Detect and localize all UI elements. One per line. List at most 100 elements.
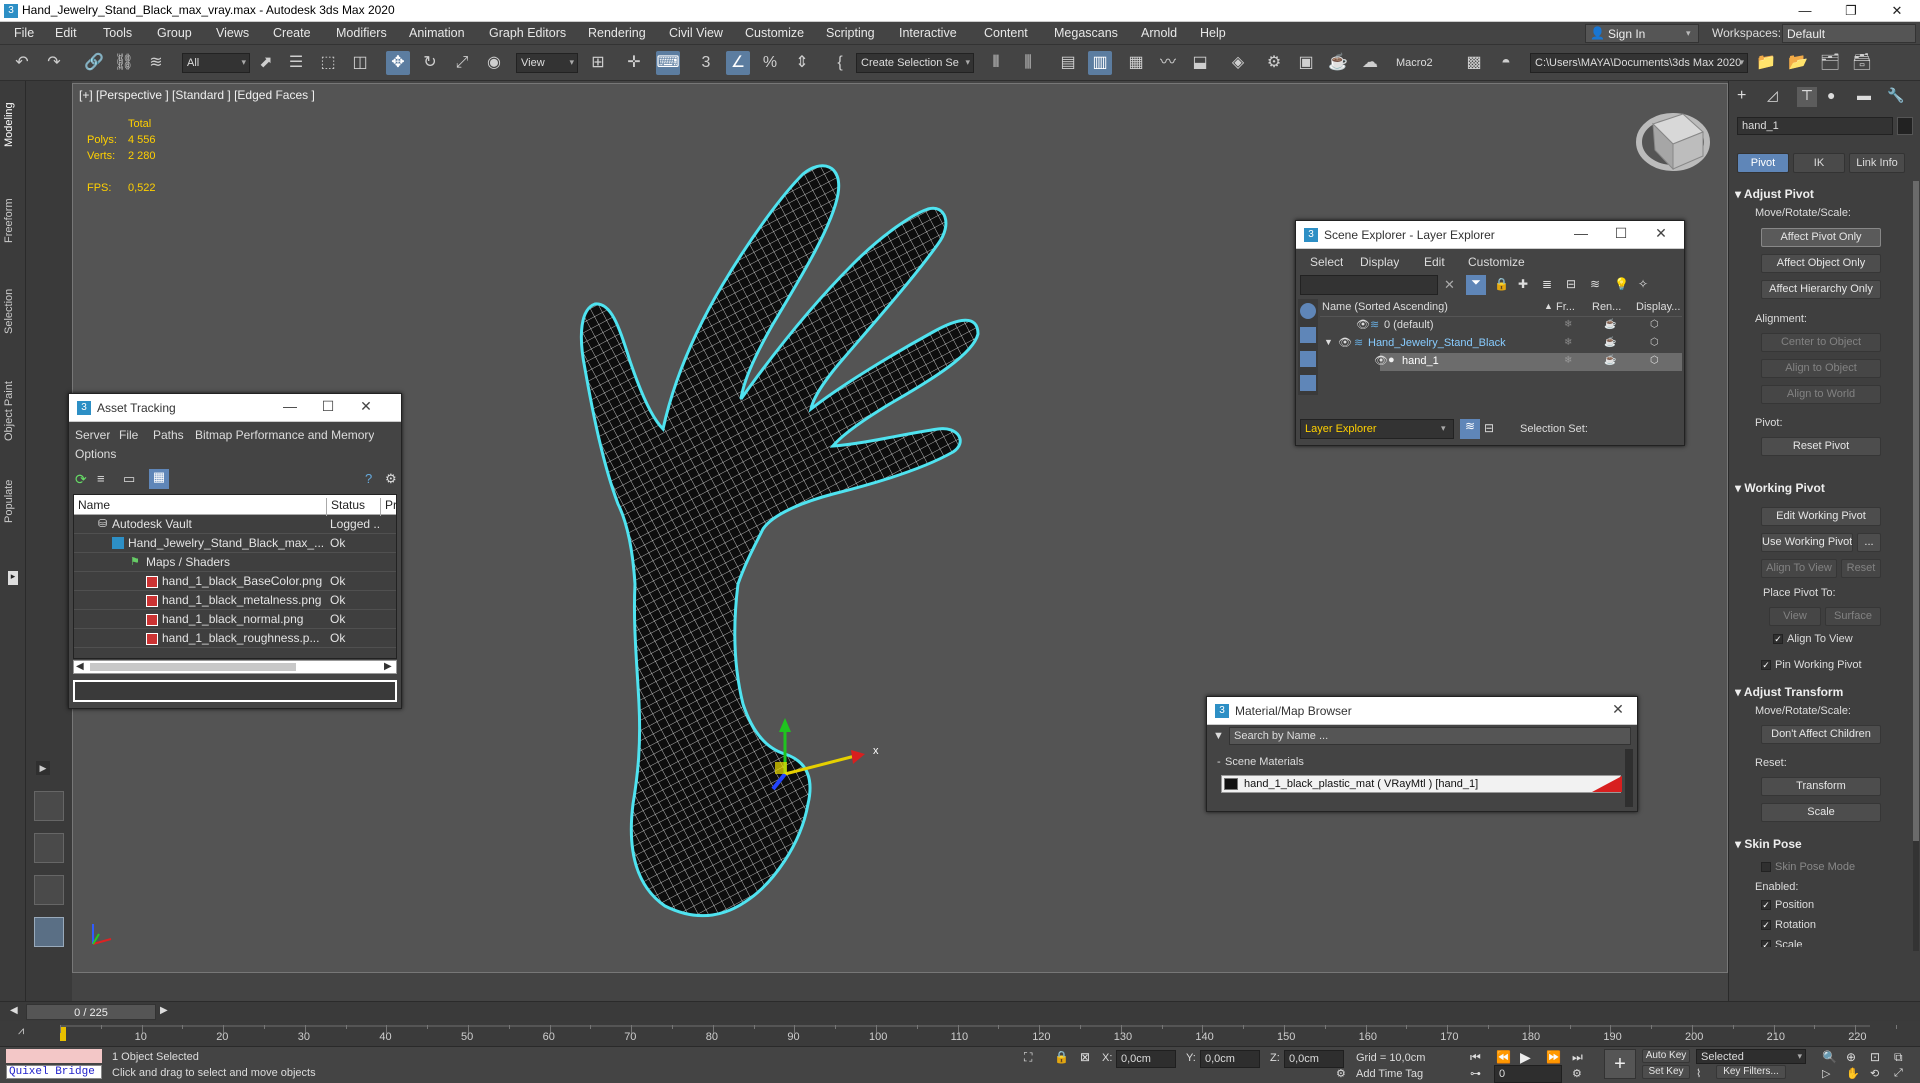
minimize-button[interactable]: — — [275, 398, 305, 414]
time-config-icon[interactable]: ⚙ — [1572, 1067, 1582, 1080]
lock-icon[interactable]: 🔒 — [1494, 277, 1509, 291]
light-bulb-icon[interactable]: 💡 — [1614, 277, 1629, 291]
scroll-left-icon[interactable]: ◀ — [76, 661, 84, 672]
browser-options-icon[interactable]: ▼ — [1213, 730, 1224, 742]
hand-silhouette[interactable] — [579, 164, 980, 918]
place-view-button[interactable]: View — [1769, 607, 1821, 626]
tab-ik[interactable]: IK — [1793, 153, 1845, 173]
set-key-big-button[interactable]: + — [1604, 1049, 1636, 1079]
prev-frame-icon[interactable]: ◀ — [10, 1005, 18, 1016]
select-object-icon[interactable]: ⬈ — [254, 51, 278, 75]
menu-create[interactable]: Create — [273, 26, 311, 40]
display-geometry-icon[interactable] — [1300, 327, 1316, 343]
layer-mode-icon[interactable]: ≋ — [1460, 419, 1480, 439]
menu-edit[interactable]: Edit — [1424, 255, 1445, 269]
select-by-name-icon[interactable]: ☰ — [284, 51, 308, 75]
sign-in-dropdown[interactable]: 👤 Sign In ▾ — [1585, 24, 1699, 43]
column-name[interactable]: Name — [78, 498, 110, 512]
use-working-pivot-button[interactable]: Use Working Pivot — [1761, 533, 1853, 552]
percent-snap-icon[interactable]: % — [758, 51, 782, 75]
menu-select[interactable]: Select — [1310, 255, 1343, 269]
selection-set-select[interactable]: Create Selection Se — [856, 53, 974, 73]
key-tangent-icon[interactable]: ⌇ — [1696, 1067, 1701, 1080]
time-slider[interactable]: ◀ 0 / 225 ▶ — [0, 1001, 1920, 1021]
curve-editor-icon[interactable]: 〰 — [1156, 51, 1180, 75]
link-icon[interactable]: 🔗 — [82, 51, 106, 75]
maximize-button[interactable]: ☐ — [1606, 225, 1636, 242]
macro-icon[interactable]: ▩ — [1462, 51, 1486, 75]
display-mode-icon[interactable]: ⬡ — [1650, 355, 1659, 366]
y-coord-field[interactable]: 0,0cm — [1200, 1050, 1260, 1068]
reset-scale-button[interactable]: Scale — [1761, 803, 1881, 822]
project-open-icon[interactable]: 📂 — [1786, 51, 1810, 75]
rotate-icon[interactable]: ↻ — [418, 51, 442, 75]
table-row[interactable]: hand_1_black_normal.png Ok — [74, 610, 396, 629]
rect-selection-icon[interactable]: ⬚ — [316, 51, 340, 75]
display-mode-icon[interactable]: ⬡ — [1650, 337, 1659, 348]
zoom-all-icon[interactable]: ⊕ — [1846, 1050, 1856, 1064]
column-freeze[interactable]: Fr... — [1556, 301, 1575, 313]
render-setup-icon[interactable]: ⚙ — [1262, 51, 1286, 75]
scene-materials-section[interactable]: Scene Materials — [1225, 756, 1304, 768]
maxscript-listener-field[interactable] — [6, 1049, 102, 1063]
tab-object-paint[interactable]: Object Paint — [3, 371, 23, 451]
ribbon-toggle-icon[interactable]: ▦ — [1124, 51, 1148, 75]
place-surface-button[interactable]: Surface — [1825, 607, 1881, 626]
minimize-button[interactable]: — — [1566, 225, 1596, 241]
redo-icon[interactable]: ↷ — [42, 51, 66, 75]
menu-display[interactable]: Display — [1360, 255, 1399, 269]
create-tab-icon[interactable]: + — [1737, 87, 1746, 105]
menu-options[interactable]: Options — [75, 447, 116, 461]
prev-key-icon[interactable]: ⏪ — [1496, 1050, 1511, 1064]
clear-search-icon[interactable]: ✕ — [1444, 277, 1455, 293]
adjust-pivot-rollout[interactable]: ▾ Adjust Pivot — [1735, 187, 1814, 201]
menu-megascans[interactable]: Megascans — [1054, 26, 1118, 40]
menu-edit[interactable]: Edit — [55, 26, 77, 40]
next-key-icon[interactable]: ⏩ — [1546, 1050, 1561, 1064]
align-to-object-button[interactable]: Align to Object — [1761, 359, 1881, 378]
rotation-checkbox[interactable]: ✓ Rotation — [1761, 919, 1816, 931]
motion-tab-icon[interactable]: ● — [1827, 87, 1835, 103]
explorer-search-input[interactable] — [1300, 275, 1438, 295]
table-row[interactable]: ⚑ Maps / Shaders — [74, 553, 396, 572]
ribbon-toggle-icon[interactable]: ▸ — [8, 571, 18, 585]
pivot-center-icon[interactable]: ⊞ — [586, 51, 610, 75]
play-icon[interactable]: ▶ — [1520, 1049, 1531, 1066]
scale-checkbox[interactable]: ✓ Scale — [1761, 939, 1911, 947]
eye-icon[interactable]: 👁 — [1374, 354, 1388, 367]
explorer-type-select[interactable]: Layer Explorer ▾ — [1300, 419, 1454, 439]
scale-icon[interactable]: ⤢ — [450, 51, 474, 75]
project-settings-icon[interactable]: 🗃 — [1850, 51, 1874, 75]
workspace-select[interactable]: Default — [1782, 24, 1916, 43]
adjust-transform-rollout[interactable]: ▾ Adjust Transform — [1735, 685, 1843, 699]
selection-lock-icon[interactable]: 🔒 — [1054, 1050, 1069, 1064]
skin-pose-mode-checkbox[interactable]: Skin Pose Mode — [1761, 861, 1855, 873]
command-panel-scrollbar[interactable] — [1913, 181, 1919, 951]
close-button[interactable]: ✕ — [351, 398, 381, 415]
menu-help[interactable]: Help — [1200, 26, 1226, 40]
material-item[interactable]: hand_1_black_plastic_mat ( VRayMtl ) [ha… — [1221, 775, 1622, 793]
close-button[interactable]: ✕ — [1874, 0, 1920, 22]
menu-interactive[interactable]: Interactive — [899, 26, 957, 40]
layout-three-icon[interactable] — [34, 875, 64, 905]
hierarchy-tab-icon[interactable]: ⊤ — [1797, 87, 1817, 107]
auto-key-button[interactable]: Auto Key — [1642, 1049, 1690, 1063]
tab-pivot[interactable]: Pivot — [1737, 153, 1789, 173]
column-name[interactable]: Name (Sorted Ascending) — [1322, 301, 1542, 313]
menu-rendering[interactable]: Rendering — [588, 26, 646, 40]
expand-arrow-icon[interactable]: ▼ — [1324, 337, 1333, 347]
ref-coord-select[interactable]: View — [516, 53, 578, 73]
display-tab-icon[interactable]: ▬ — [1857, 87, 1871, 103]
freeze-icon[interactable]: ❄ — [1564, 337, 1572, 348]
layer-row-selected[interactable]: 👁 ● hand_1 ❄ ☕ ⬡ — [1374, 353, 1682, 371]
z-coord-field[interactable]: 0,0cm — [1284, 1050, 1344, 1068]
window-crossing-icon[interactable]: ◫ — [348, 51, 372, 75]
create-layer-icon[interactable]: ✚ — [1518, 277, 1528, 291]
table-row[interactable]: hand_1_black_BaseColor.png Ok — [74, 572, 396, 591]
horizontal-scrollbar[interactable]: ◀ ▶ — [73, 660, 397, 674]
reset-pivot-button[interactable]: Reset Pivot — [1761, 437, 1881, 456]
material-browser-titlebar[interactable]: 3 Material/Map Browser ✕ — [1207, 697, 1637, 725]
render-production-icon[interactable]: ☕ — [1326, 51, 1350, 75]
x-coord-field[interactable]: 0,0cm — [1116, 1050, 1176, 1068]
scroll-thumb[interactable] — [1913, 181, 1919, 841]
